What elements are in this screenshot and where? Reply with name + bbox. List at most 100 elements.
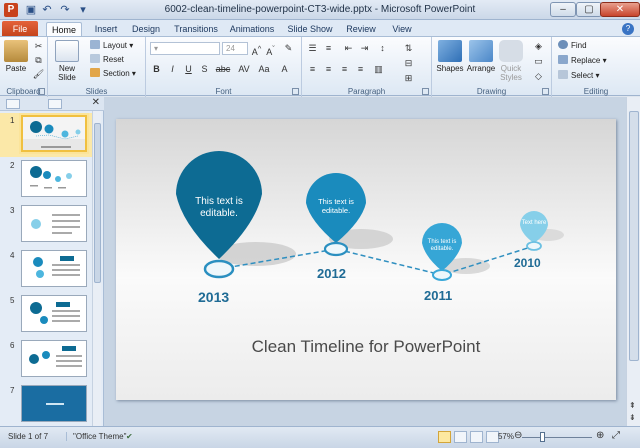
help-icon[interactable]: ? bbox=[622, 23, 634, 35]
bold-button[interactable]: B bbox=[150, 63, 163, 76]
zoom-in-icon[interactable]: ⊕ bbox=[596, 430, 604, 441]
fit-to-window-icon[interactable]: ⤢ bbox=[612, 430, 620, 441]
find-button[interactable]: Find bbox=[558, 40, 587, 52]
reading-view-button[interactable] bbox=[470, 431, 483, 443]
spell-check-icon[interactable]: ✔ bbox=[126, 432, 133, 441]
bubble-text-2010[interactable]: Text here bbox=[520, 220, 548, 227]
previous-slide-icon[interactable]: ⇞ bbox=[629, 401, 636, 410]
copy-icon[interactable]: ⧉ bbox=[32, 54, 45, 67]
outline-tab-icon[interactable] bbox=[48, 99, 62, 109]
slide-thumbnail-row-4[interactable]: 4 bbox=[0, 248, 100, 292]
replace-button[interactable]: Replace ▾ bbox=[558, 55, 607, 67]
tab-animations[interactable]: Animations bbox=[226, 22, 278, 37]
slide-thumbnail-row-3[interactable]: 3 bbox=[0, 203, 100, 247]
tab-insert[interactable]: Insert bbox=[88, 22, 124, 37]
year-label-2013[interactable]: 2013 bbox=[198, 289, 229, 305]
underline-button[interactable]: U bbox=[182, 63, 195, 76]
slide-thumbnail-row-6[interactable]: 6 bbox=[0, 338, 100, 382]
strikethrough-button[interactable]: abc bbox=[214, 63, 232, 76]
bullets-icon[interactable]: ☰ bbox=[306, 42, 319, 55]
character-spacing-button[interactable]: AV bbox=[236, 63, 252, 76]
tab-file[interactable]: File bbox=[2, 21, 38, 37]
line-spacing-icon[interactable]: ↕ bbox=[376, 42, 389, 55]
year-label-2012[interactable]: 2012 bbox=[317, 266, 346, 281]
justify-icon[interactable]: ≡ bbox=[354, 63, 367, 76]
slide-thumbnail-row-5[interactable]: 5 bbox=[0, 293, 100, 337]
quick-styles-button[interactable]: Quick Styles bbox=[496, 40, 526, 82]
tab-review[interactable]: Review bbox=[342, 22, 380, 37]
slide-scrollbar[interactable]: ⇞ ⇟ bbox=[626, 97, 640, 426]
slide-thumbnail-3[interactable] bbox=[21, 205, 87, 242]
zoom-level[interactable]: 57% bbox=[496, 432, 514, 441]
year-label-2011[interactable]: 2011 bbox=[424, 288, 452, 303]
theme-name[interactable]: "Office Theme" bbox=[66, 432, 126, 441]
text-direction-icon[interactable]: ⇅ bbox=[402, 42, 415, 55]
arrange-button[interactable]: Arrange bbox=[466, 40, 496, 73]
layout-button[interactable]: Layout ▾ bbox=[90, 40, 133, 52]
decrease-indent-icon[interactable]: ⇤ bbox=[342, 42, 355, 55]
slide-thumbnail-5[interactable] bbox=[21, 295, 87, 332]
columns-icon[interactable]: ▥ bbox=[372, 63, 385, 76]
numbering-icon[interactable]: ≡ bbox=[322, 42, 335, 55]
slides-panel-scroll-thumb[interactable] bbox=[94, 123, 101, 283]
zoom-out-icon[interactable]: ⊖ bbox=[514, 430, 522, 441]
minimize-button[interactable]: – bbox=[550, 2, 576, 17]
close-panel-icon[interactable]: ✕ bbox=[92, 97, 100, 108]
slides-tab-icon[interactable] bbox=[6, 99, 20, 109]
shapes-button[interactable]: Shapes bbox=[435, 40, 465, 73]
font-color-button[interactable]: A bbox=[278, 63, 291, 76]
slide-thumbnail-4[interactable] bbox=[21, 250, 87, 287]
slide-thumbnail-row-1[interactable]: 1 bbox=[0, 113, 100, 157]
paragraph-launcher-icon[interactable] bbox=[422, 88, 429, 95]
new-slide-button[interactable]: New Slide bbox=[52, 40, 82, 82]
grow-font-icon[interactable]: A^ bbox=[250, 42, 263, 57]
slide-sorter-view-button[interactable] bbox=[454, 431, 467, 443]
slide-thumbnail-6[interactable] bbox=[21, 340, 87, 377]
paste-button[interactable]: Paste bbox=[4, 40, 28, 73]
bubble-text-2012[interactable]: This text is editable. bbox=[310, 197, 362, 215]
tab-view[interactable]: View bbox=[386, 22, 418, 37]
align-left-icon[interactable]: ≡ bbox=[306, 63, 319, 76]
shadow-button[interactable]: S bbox=[198, 63, 211, 76]
tab-slide-show[interactable]: Slide Show bbox=[284, 22, 336, 37]
italic-button[interactable]: I bbox=[166, 63, 179, 76]
shape-fill-icon[interactable]: ◈ bbox=[532, 40, 545, 53]
increase-indent-icon[interactable]: ⇥ bbox=[358, 42, 371, 55]
cut-icon[interactable]: ✂ bbox=[32, 40, 45, 53]
font-name-field[interactable]: ▾ bbox=[150, 42, 220, 55]
font-launcher-icon[interactable] bbox=[292, 88, 299, 95]
tab-design[interactable]: Design bbox=[128, 22, 164, 37]
shrink-font-icon[interactable]: Aˇ bbox=[264, 42, 277, 57]
align-center-icon[interactable]: ≡ bbox=[322, 63, 335, 76]
smartart-icon[interactable]: ⊞ bbox=[402, 72, 415, 85]
next-slide-icon[interactable]: ⇟ bbox=[629, 413, 636, 422]
tab-home[interactable]: Home bbox=[46, 22, 82, 37]
zoom-slider-handle[interactable] bbox=[540, 432, 545, 442]
year-label-2010[interactable]: 2010 bbox=[514, 256, 541, 270]
font-size-field[interactable]: 24 bbox=[222, 42, 248, 55]
reset-button[interactable]: Reset bbox=[90, 54, 124, 66]
slide-thumbnail-row-7[interactable]: 7 bbox=[0, 383, 100, 427]
clear-formatting-icon[interactable]: ✎ bbox=[282, 42, 295, 55]
align-right-icon[interactable]: ≡ bbox=[338, 63, 351, 76]
select-button[interactable]: Select ▾ bbox=[558, 70, 599, 82]
slide-thumbnail-2[interactable] bbox=[21, 160, 87, 197]
align-text-icon[interactable]: ⊟ bbox=[402, 57, 415, 70]
normal-view-button[interactable] bbox=[438, 431, 451, 443]
zoom-slider[interactable] bbox=[522, 437, 592, 438]
slides-panel-scrollbar[interactable] bbox=[92, 111, 101, 426]
section-button[interactable]: Section ▾ bbox=[90, 68, 136, 80]
current-slide[interactable]: This text is editable. This text is edit… bbox=[116, 119, 616, 400]
bubble-text-2013[interactable]: This text is editable. bbox=[184, 196, 254, 220]
change-case-button[interactable]: Aa bbox=[256, 63, 272, 76]
bubble-text-2011[interactable]: This text is editable. bbox=[422, 239, 462, 253]
slide-thumbnail-1[interactable] bbox=[21, 115, 87, 152]
shape-outline-icon[interactable]: ▭ bbox=[532, 55, 545, 68]
slide-scroll-thumb[interactable] bbox=[629, 111, 639, 361]
shape-effects-icon[interactable]: ◇ bbox=[532, 70, 545, 83]
maximize-button[interactable]: ▢ bbox=[576, 2, 602, 17]
tab-transitions[interactable]: Transitions bbox=[170, 22, 222, 37]
close-button[interactable]: ✕ bbox=[600, 2, 640, 17]
drawing-launcher-icon[interactable] bbox=[542, 88, 549, 95]
clipboard-launcher-icon[interactable] bbox=[38, 88, 45, 95]
